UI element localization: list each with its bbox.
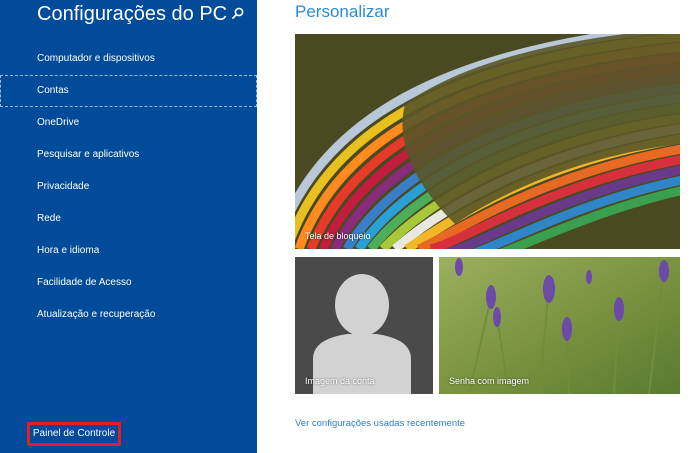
sidebar-nav: Computador e dispositivos Contas OneDriv…: [0, 43, 257, 331]
sidebar-item-time-language[interactable]: Hora e idioma: [0, 235, 257, 267]
lock-screen-tile[interactable]: Tela de bloqueio: [295, 34, 680, 249]
search-icon[interactable]: [229, 5, 247, 23]
sidebar-item-ease-of-access[interactable]: Facilidade de Acesso: [0, 267, 257, 299]
picture-password-tile[interactable]: Senha com imagem: [439, 257, 680, 394]
sidebar-title: Configurações do PC: [37, 3, 228, 25]
picture-password-label: Senha com imagem: [449, 376, 530, 386]
lock-screen-label: Tela de bloqueio: [305, 231, 371, 241]
sidebar-item-computer-devices[interactable]: Computador e dispositivos: [0, 43, 257, 75]
account-picture-tile[interactable]: Imagem da conta: [295, 257, 433, 394]
sidebar-item-update-recovery[interactable]: Atualização e recuperação: [0, 299, 257, 331]
sidebar-item-privacy[interactable]: Privacidade: [0, 171, 257, 203]
page-title: Personalizar: [295, 2, 390, 21]
lavender-image: [439, 257, 680, 394]
lock-screen-image: [295, 34, 680, 249]
sidebar-item-onedrive[interactable]: OneDrive: [0, 107, 257, 139]
sidebar-item-accounts[interactable]: Contas: [0, 75, 257, 107]
control-panel-link[interactable]: Painel de Controle: [27, 422, 121, 446]
user-avatar-icon: [295, 257, 433, 394]
sidebar-item-network[interactable]: Rede: [0, 203, 257, 235]
sidebar-item-search-apps[interactable]: Pesquisar e aplicativos: [0, 139, 257, 171]
sidebar: Configurações do PC Computador e disposi…: [0, 0, 257, 453]
recent-settings-link[interactable]: Ver configurações usadas recentemente: [295, 418, 465, 429]
account-picture-label: Imagem da conta: [305, 376, 375, 386]
